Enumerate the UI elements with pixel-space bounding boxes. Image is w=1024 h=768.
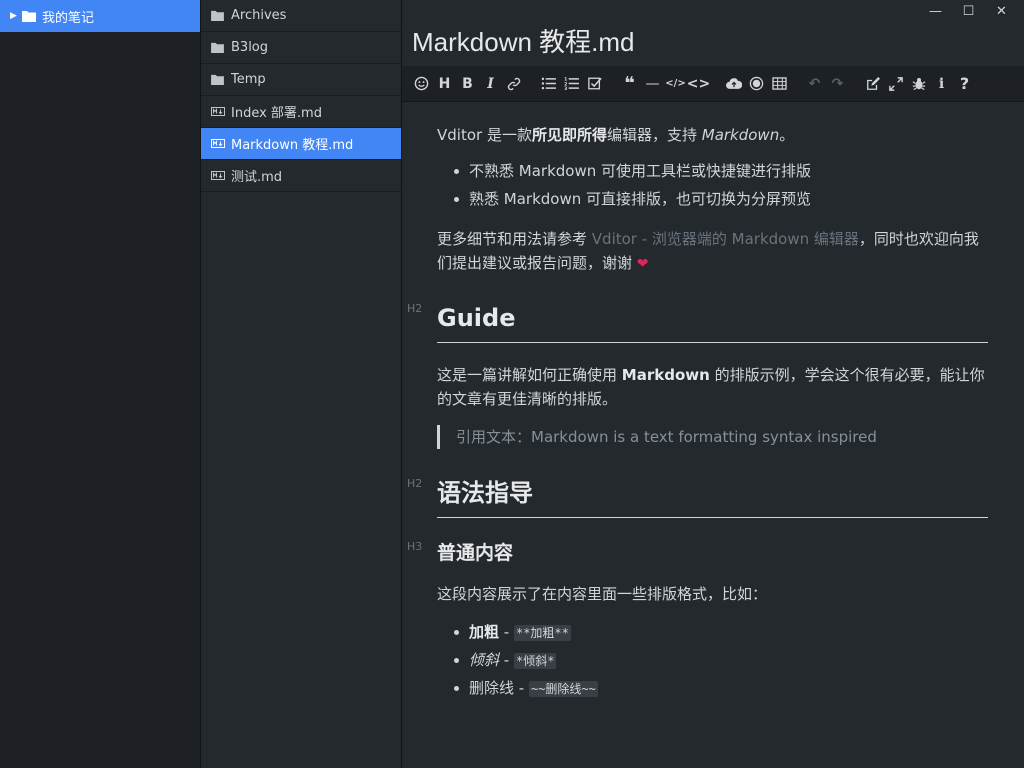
check-icon[interactable] [583,72,606,96]
list-item: 熟悉 Markdown 可直接排版，也可切换为分屏预览 [437,185,988,213]
heading-level-marker: H2 [407,477,423,490]
help-icon[interactable]: ? [953,72,976,96]
ordered-list-icon[interactable]: 123 [560,72,583,96]
list-icon[interactable] [537,72,560,96]
markdown-icon [211,106,225,118]
heading-normal-content: H3 普通内容 [407,540,514,564]
heading-level-marker: H2 [407,302,423,315]
heading-guide: H2 Guide [407,300,988,343]
file-item-temp[interactable]: Temp [201,64,401,96]
intro-paragraph: Vditor 是一款所见即所得编辑器，支持 Markdown。 [437,126,795,144]
file-label: Index 部署.md [231,106,322,121]
heading-syntax: H2 语法指导 [407,475,988,518]
line-icon[interactable]: — [641,72,664,96]
folder-icon [211,74,225,86]
bold-icon[interactable]: B [456,72,479,96]
undo-icon[interactable]: ↶ [803,72,826,96]
caret-right-icon[interactable]: ▶ [10,11,20,21]
fullscreen-icon[interactable] [884,72,907,96]
inline-code: **加粗** [513,625,571,641]
info-icon[interactable]: i [930,72,953,96]
file-item-archives[interactable]: Archives [201,0,401,32]
notebook-panel: ▶ 我的笔记 [0,0,201,768]
folder-icon [22,10,36,22]
inline-code: ~~删除线~~ [528,681,598,697]
file-label: Markdown 教程.md [231,138,354,153]
emoji-icon[interactable] [410,72,433,96]
headings-icon[interactable]: H [433,72,456,96]
minimize-button[interactable]: — [919,0,952,22]
close-button[interactable]: ✕ [985,0,1018,22]
record-icon[interactable] [745,72,768,96]
heart-icon: ❤ [636,256,649,272]
editor-toolbar: H B I 123 ❝ — </> <> ↶ ↷ i ? [402,66,1024,102]
file-item-test[interactable]: 测试.md [201,160,401,192]
file-list: Archives B3log Temp Index 部署.md Markdown… [201,0,402,768]
file-item-b3log[interactable]: B3log [201,32,401,64]
italic-icon[interactable]: I [479,72,502,96]
more-paragraph: 更多细节和用法请参考 Vditor - 浏览器端的 Markdown 编辑器，同… [437,230,979,272]
devtools-icon[interactable] [907,72,930,96]
svg-text:3: 3 [564,86,567,90]
heading-level-marker: H3 [407,540,423,553]
upload-icon[interactable] [722,72,745,96]
window-controls: — ☐ ✕ [919,0,1018,22]
guide-paragraph: 这是一篇讲解如何正确使用 Markdown 的排版示例，学会这个很有必要，能让你… [437,366,985,408]
edit-mode-icon[interactable] [861,72,884,96]
file-item-index[interactable]: Index 部署.md [201,96,401,128]
notebook-item-my-notes[interactable]: ▶ 我的笔记 [0,0,200,32]
folder-icon [211,42,225,54]
blockquote: 引用文本：Markdown is a text formatting synta… [437,425,988,449]
file-label: Temp [231,72,266,87]
notebook-label: 我的笔记 [42,10,95,26]
list-item: 倾斜 - *倾斜* [437,646,988,674]
code-icon[interactable]: </> [664,72,687,96]
quote-icon[interactable]: ❝ [618,72,641,96]
markdown-icon [211,170,225,182]
format-list: 加粗 - **加粗** 倾斜 - *倾斜* 删除线 - ~~删除线~~ [437,618,988,702]
file-item-markdown-tutorial[interactable]: Markdown 教程.md [201,128,401,160]
normal-paragraph: 这段内容展示了在内容里面一些排版格式，比如： [437,585,768,603]
file-label: 测试.md [231,170,283,185]
list-item: 不熟悉 Markdown 可使用工具栏或快捷键进行排版 [437,157,988,185]
intro-list: 不熟悉 Markdown 可使用工具栏或快捷键进行排版 熟悉 Markdown … [437,157,988,213]
list-item: 删除线 - ~~删除线~~ [437,674,988,702]
file-label: Archives [231,8,287,23]
table-icon[interactable] [768,72,791,96]
inline-code: *倾斜* [513,653,557,669]
link-icon[interactable] [502,72,525,96]
editor-panel: — ☐ ✕ Markdown 教程.md H B I 123 ❝ — </> <… [402,0,1024,768]
list-item: 加粗 - **加粗** [437,618,988,646]
redo-icon[interactable]: ↷ [826,72,849,96]
maximize-button[interactable]: ☐ [952,0,985,22]
editor-content[interactable]: Vditor 是一款所见即所得编辑器，支持 Markdown。 不熟悉 Mark… [402,103,1024,768]
inline-code-icon[interactable]: <> [687,72,710,96]
vditor-link[interactable]: Vditor - 浏览器端的 Markdown 编辑器 [592,230,859,248]
document-title[interactable]: Markdown 教程.md [412,22,635,59]
file-label: B3log [231,40,269,55]
markdown-icon [211,138,225,150]
folder-icon [211,10,225,22]
